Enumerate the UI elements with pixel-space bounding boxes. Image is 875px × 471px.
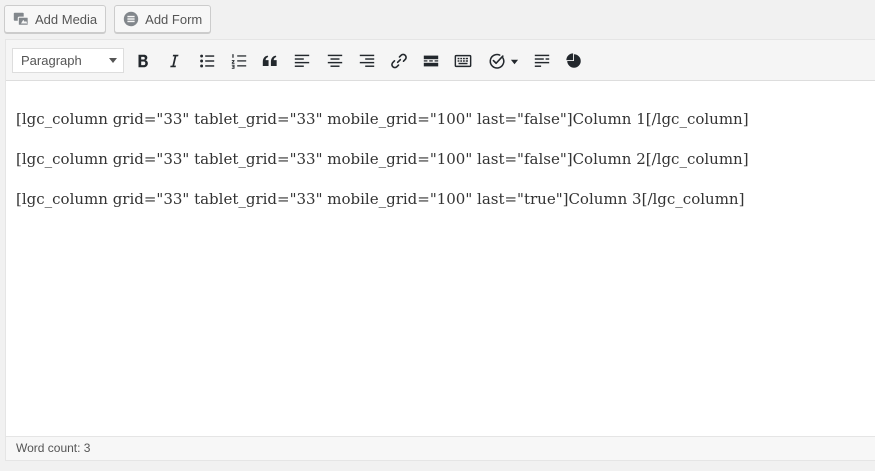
- add-media-button[interactable]: Add Media: [4, 5, 107, 33]
- bold-button[interactable]: [132, 50, 154, 72]
- link-icon: [391, 53, 407, 69]
- numbered-list-icon: [231, 54, 247, 69]
- italic-button[interactable]: [163, 50, 185, 72]
- shortcode-icon: [489, 53, 505, 69]
- format-select-value: Paragraph: [21, 53, 82, 68]
- align-center-button[interactable]: [324, 50, 346, 72]
- numbered-list-button[interactable]: [228, 50, 250, 72]
- toolbar-keyboard-button[interactable]: [452, 50, 474, 72]
- editor-content[interactable]: [lgc_column grid="33" tablet_grid="33" m…: [6, 81, 875, 436]
- chevron-down-icon: [510, 59, 518, 64]
- add-form-label: Add Form: [145, 11, 203, 27]
- bold-icon: [138, 54, 148, 68]
- add-media-label: Add Media: [35, 11, 98, 27]
- chevron-down-icon: [109, 58, 117, 63]
- chart-icon: [566, 53, 581, 68]
- media-icon: [12, 10, 30, 28]
- format-select[interactable]: Paragraph: [12, 48, 124, 73]
- toolbar-toggle-icon: [534, 54, 550, 67]
- align-right-button[interactable]: [356, 50, 378, 72]
- italic-icon: [170, 54, 179, 68]
- form-icon: [122, 10, 140, 28]
- editor-statusbar: Word count: 3: [6, 436, 875, 460]
- read-more-button[interactable]: [420, 50, 442, 72]
- word-count: Word count: 3: [16, 441, 91, 455]
- bulleted-list-button[interactable]: [196, 50, 218, 72]
- content-paragraph[interactable]: [lgc_column grid="33" tablet_grid="33" m…: [16, 189, 874, 209]
- blockquote-icon: [262, 55, 277, 66]
- add-form-button[interactable]: Add Form: [114, 5, 212, 33]
- shortcode-dropdown-button[interactable]: [483, 50, 523, 72]
- align-right-icon: [359, 54, 375, 67]
- align-center-icon: [327, 54, 343, 67]
- bulleted-list-icon: [200, 54, 215, 68]
- blockquote-button[interactable]: [259, 50, 281, 72]
- chart-button[interactable]: [563, 50, 585, 72]
- align-left-icon: [294, 54, 310, 67]
- content-paragraph[interactable]: [lgc_column grid="33" tablet_grid="33" m…: [16, 149, 874, 169]
- toolbar-toggle-button[interactable]: [531, 50, 553, 72]
- editor: Paragraph [lgc_column grid="33" tablet_g…: [5, 39, 875, 461]
- read-more-icon: [423, 55, 439, 67]
- content-paragraph[interactable]: [lgc_column grid="33" tablet_grid="33" m…: [16, 109, 874, 129]
- align-left-button[interactable]: [291, 50, 313, 72]
- editor-toolbar: Paragraph: [6, 40, 875, 81]
- keyboard-icon: [454, 54, 472, 68]
- media-buttons: Add Media Add Form: [4, 5, 212, 33]
- insert-link-button[interactable]: [388, 50, 410, 72]
